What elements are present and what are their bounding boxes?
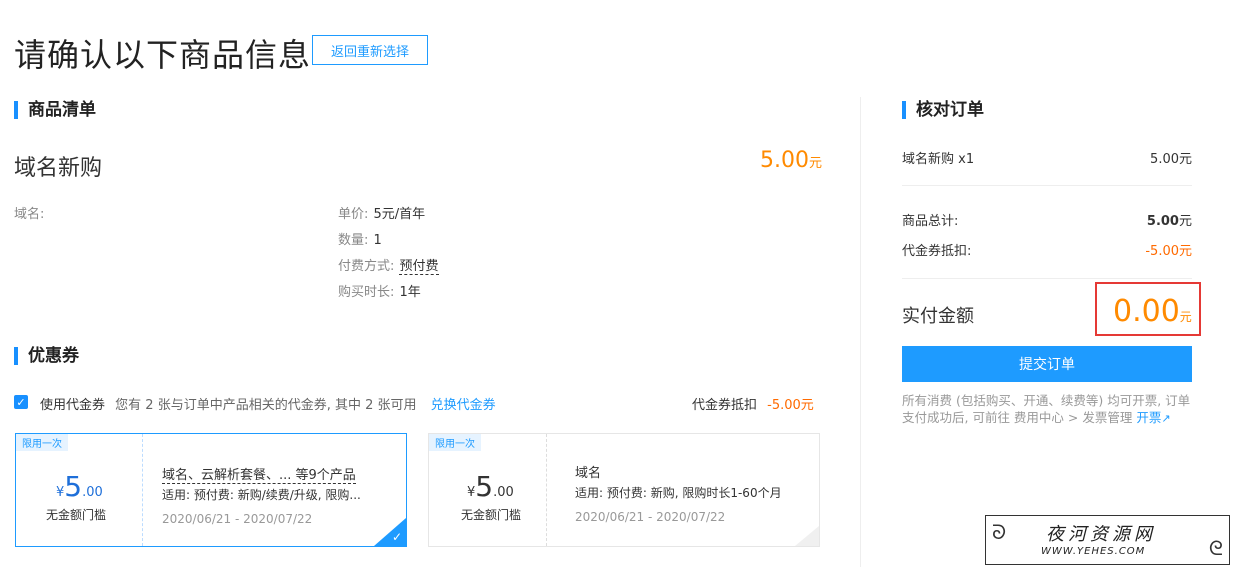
coupon-validity: 2020/06/21 - 2020/07/22 <box>162 512 313 526</box>
divider <box>902 278 1192 279</box>
swirl-icon: ᘐ <box>992 520 1007 544</box>
duration-label: 购买时长: <box>338 285 395 300</box>
voucher-info-row: 使用代金券 您有 2 张与订单中产品相关的代金券, 其中 2 张可用 兑换代金券 <box>40 394 496 413</box>
coupon-amount: ¥5.00 <box>56 470 103 503</box>
invoice-note: 所有消费 (包括购买、开通、续费等) 均可开票, 订单支付成功后, 可前往 费用… <box>902 392 1197 427</box>
check-icon: ✓ <box>16 395 26 409</box>
payment-method-value[interactable]: 预付费 <box>399 259 439 275</box>
subtotal-label: 商品总计: <box>902 214 959 229</box>
coupon-amount-value: 5 <box>475 470 494 503</box>
coupon-amount: ¥5.00 <box>467 470 514 503</box>
use-voucher-label: 使用代金券 <box>40 398 106 413</box>
voucher-deduct-value: -5.00元 <box>767 398 814 413</box>
watermark-url: WWW.YEHES.COM <box>1041 546 1146 557</box>
coupon-card[interactable]: 限用一次 ¥5.00 无金额门槛 域名、云解析套餐、... 等9个产品 适用: … <box>15 433 407 547</box>
order-item-label: 域名新购 x1 <box>902 152 975 167</box>
voucher-deduct-label: 代金券抵扣 <box>692 398 758 413</box>
section-title-product-list: 商品清单 <box>14 101 96 119</box>
coupon-title: 域名 <box>575 466 602 481</box>
discount-row: 代金券抵扣: -5.00元 <box>902 240 1192 259</box>
qty-row: 数量: 1 <box>338 229 382 248</box>
coupon-validity: 2020/06/21 - 2020/07/22 <box>575 510 726 524</box>
external-link-icon: ↗ <box>1161 412 1171 425</box>
product-price-unit: 元 <box>808 156 822 171</box>
coupon-card[interactable]: 限用一次 ¥5.00 无金额门槛 域名 适用: 预付费: 新购, 限购时长1-6… <box>428 433 820 547</box>
domain-label: 域名: <box>14 207 45 222</box>
coupon-scope: 适用: 预付费: 新购/续费/升级, 限购... <box>162 488 361 502</box>
product-price: 5.00元 <box>760 148 822 173</box>
voucher-desc: 您有 2 张与订单中产品相关的代金券, 其中 2 张可用 <box>115 398 417 413</box>
coupon-tag: 限用一次 <box>429 434 481 451</box>
coupon-amount-cents: .00 <box>82 485 103 500</box>
coupon-amount-cents: .00 <box>493 485 514 500</box>
unselected-corner <box>795 526 819 546</box>
unit-price-label: 单价: <box>338 207 369 222</box>
swirl-icon: ᘓ <box>1208 536 1223 560</box>
section-title-coupon: 优惠券 <box>14 347 79 365</box>
coupon-title[interactable]: 域名、云解析套餐、... 等9个产品 <box>162 464 356 484</box>
coupon-threshold: 无金额门槛 <box>461 508 522 522</box>
order-item-row: 域名新购 x1 5.00元 <box>902 148 1192 167</box>
coupon-tag: 限用一次 <box>16 434 68 451</box>
back-reselect-button[interactable]: 返回重新选择 <box>312 35 428 65</box>
subtotal-value: 5.00 <box>1146 214 1179 229</box>
exchange-voucher-link[interactable]: 兑换代金券 <box>431 398 496 413</box>
unit-price-value: 5元/首年 <box>373 207 426 222</box>
discount-value: -5.00元 <box>1145 244 1192 259</box>
subtotal-value-wrap: 5.00元 <box>1147 210 1192 229</box>
voucher-deduct: 代金券抵扣 -5.00元 <box>692 394 814 413</box>
coupon-divider <box>546 434 547 546</box>
coupon-scope: 适用: 预付费: 新购, 限购时长1-60个月 <box>575 486 782 500</box>
invoice-link-label: 开票 <box>1136 410 1162 425</box>
page-title: 请确认以下商品信息 <box>14 36 312 74</box>
watermark: ᘐ 夜河资源网 WWW.YEHES.COM ᘓ <box>985 515 1230 565</box>
qty-label: 数量: <box>338 233 369 248</box>
selected-check-icon: ✓ <box>391 530 402 544</box>
unit-price-row: 单价: 5元/首年 <box>338 203 425 222</box>
section-title-order: 核对订单 <box>902 101 984 119</box>
subtotal-row: 商品总计: 5.00元 <box>902 210 1192 229</box>
coupon-threshold: 无金额门槛 <box>46 508 107 522</box>
column-divider <box>860 97 861 567</box>
product-name: 域名新购 <box>14 156 103 181</box>
order-item-value: 5.00元 <box>1150 152 1192 167</box>
use-voucher-checkbox[interactable]: ✓ <box>14 395 28 409</box>
divider <box>902 185 1192 186</box>
qty-value: 1 <box>373 233 382 248</box>
pay-amount-label: 实付金额 <box>902 306 974 327</box>
submit-order-button[interactable]: 提交订单 <box>902 346 1192 382</box>
coupon-amount-value: 5 <box>64 470 83 503</box>
discount-label: 代金券抵扣: <box>902 244 972 259</box>
duration-row: 购买时长: 1年 <box>338 281 421 300</box>
coupon-divider <box>142 434 143 546</box>
payment-method-row: 付费方式: 预付费 <box>338 255 439 275</box>
product-price-value: 5.00 <box>760 148 809 173</box>
highlight-box <box>1095 282 1201 336</box>
invoice-link[interactable]: 开票↗ <box>1136 410 1170 425</box>
payment-method-label: 付费方式: <box>338 259 395 274</box>
subtotal-unit: 元 <box>1178 214 1192 229</box>
watermark-title: 夜河资源网 <box>1046 524 1156 545</box>
duration-value: 1年 <box>399 285 421 300</box>
